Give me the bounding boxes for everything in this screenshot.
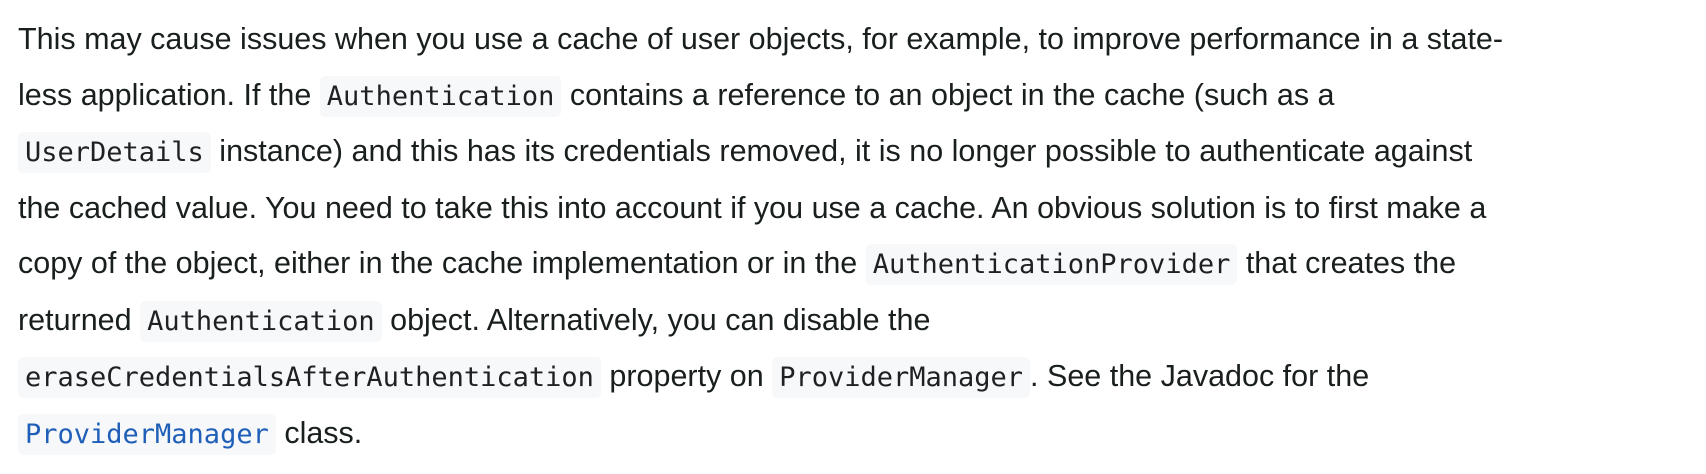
inline-code-providermanager-link[interactable]: ProviderManager (18, 413, 276, 455)
inline-code-authenticationprovider: AuthenticationProvider (865, 244, 1238, 285)
line-6: returned Authentication object. Alternat… (18, 293, 1688, 350)
providermanager-javadoc-link[interactable]: ProviderManager (18, 413, 276, 455)
inline-code-erasecredentials: eraseCredentialsAfterAuthentication (18, 357, 601, 398)
text-segment: object. Alternatively, you can disable t… (381, 302, 931, 337)
inline-code-authentication: Authentication (140, 300, 382, 342)
text-segment: . See the Javadoc for the (1030, 359, 1370, 393)
text-segment: that creates the (1237, 246, 1457, 280)
inline-code-authentication: Authentication (319, 75, 562, 117)
line-2: less application. If the Authentication … (18, 68, 1688, 125)
line-5: copy of the object, either in the cache … (18, 236, 1688, 293)
document-body: This may cause issues when you use a cac… (0, 0, 1706, 462)
line-8: ProviderManager class. (18, 406, 1688, 463)
text-segment: property on (600, 359, 773, 393)
inline-code-providermanager: ProviderManager (772, 357, 1031, 398)
line-4: the cached value. You need to take this … (18, 181, 1688, 237)
text-segment: copy of the object, either in the cache … (18, 246, 866, 280)
paragraph-credentials-cache: This may cause issues when you use a cac… (18, 12, 1688, 462)
text-segment: contains a reference to an object in the… (561, 77, 1335, 112)
inline-code-userdetails: UserDetails (18, 132, 211, 173)
line-3: UserDetails instance) and this has its c… (18, 124, 1688, 181)
text-segment: the cached value. You need to take this … (18, 190, 1487, 225)
text-segment: class. (275, 415, 363, 450)
text-segment: This may cause issues when you use a cac… (18, 22, 1504, 56)
line-7: eraseCredentialsAfterAuthentication prop… (18, 349, 1688, 406)
text-segment: instance) and this has its credentials r… (210, 134, 1473, 168)
line-1: This may cause issues when you use a cac… (18, 12, 1688, 68)
text-segment: less application. If the (18, 77, 320, 112)
text-segment: returned (18, 302, 141, 337)
